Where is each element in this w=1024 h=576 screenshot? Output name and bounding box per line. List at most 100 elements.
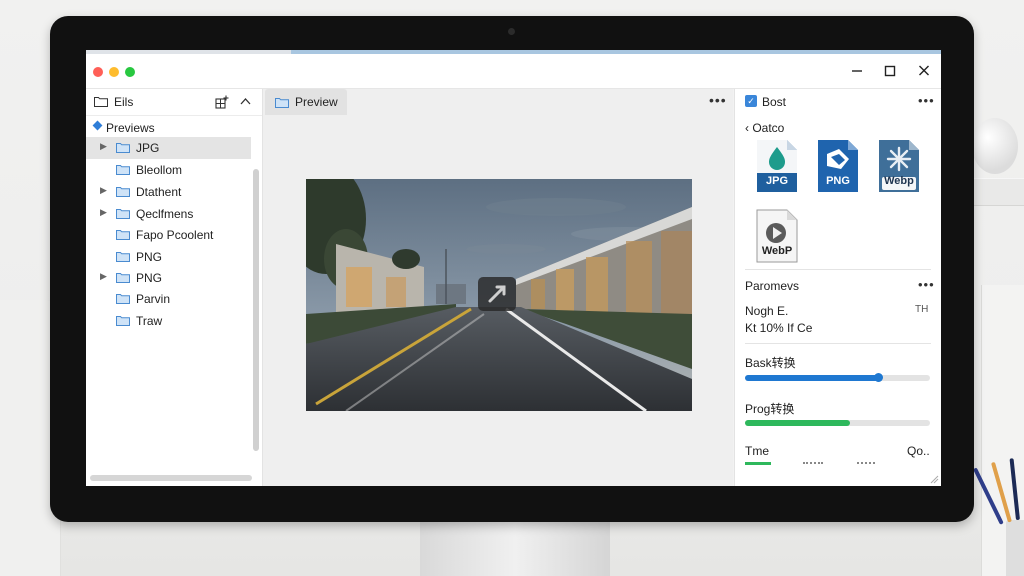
minimize-dot[interactable] [109, 67, 119, 77]
tab-label: Preview [295, 95, 338, 109]
format-label: JPG [765, 175, 788, 187]
progress-bar[interactable] [745, 373, 930, 382]
expand-icon [92, 120, 103, 131]
more-options-icon[interactable]: ••• [709, 92, 727, 108]
monitor-stand [420, 520, 610, 576]
grid-add-icon[interactable] [215, 95, 229, 109]
minimize-button[interactable] [846, 61, 868, 81]
resize-grip-icon[interactable] [929, 474, 939, 484]
more-options-icon[interactable]: ••• [918, 277, 935, 292]
horizontal-scrollbar[interactable] [90, 475, 252, 481]
footer-value: Qo.. [907, 444, 930, 458]
minimize-icon [852, 70, 862, 72]
close-button[interactable] [913, 61, 935, 81]
params-title: Paromevs [745, 279, 800, 293]
pencil-cup [1006, 520, 1024, 576]
tree-item-label: JPG [136, 141, 160, 155]
format-jpg[interactable]: JPG [756, 139, 798, 193]
format-webp-video[interactable]: WebP [756, 209, 798, 263]
close-icon [919, 65, 929, 76]
tree-item[interactable]: ▶ Qeclfmens [86, 203, 251, 225]
folder-icon [116, 165, 130, 175]
folder-icon [116, 273, 130, 283]
folder-icon [116, 294, 130, 304]
footer-label: Tme [745, 444, 769, 458]
mini-bar [803, 462, 823, 466]
tree-item[interactable]: Parvin [86, 288, 251, 310]
chevron-left-icon: ‹ [745, 121, 749, 135]
mini-bar [857, 462, 875, 466]
vertical-scrollbar[interactable] [253, 169, 259, 451]
expand-arrow-icon [488, 285, 506, 303]
progress-handle[interactable] [874, 373, 883, 382]
maximize-button[interactable] [879, 61, 901, 81]
tree-item-label: PNG [136, 250, 163, 264]
tree-item-label: Bleollom [136, 163, 183, 177]
tree-item[interactable]: ▶ PNG [86, 267, 251, 289]
tree-item[interactable]: Bleollom [86, 159, 251, 181]
tree-item-label: PNG [136, 271, 163, 285]
decor-ball [972, 118, 1018, 174]
format-png[interactable]: PNG [817, 139, 859, 193]
tree-item-label: Fapo Pcoolent [136, 228, 214, 242]
format-label: Webp [884, 175, 914, 187]
zoom-dot[interactable] [125, 67, 135, 77]
mini-bar [745, 462, 771, 465]
checkbox[interactable]: ✓ [745, 95, 757, 107]
tree-item[interactable]: Traw [86, 310, 251, 332]
close-dot[interactable] [93, 67, 103, 77]
format-webp[interactable]: Webp [878, 139, 920, 193]
progress-fill [745, 420, 851, 426]
folder-icon [116, 187, 130, 197]
folder-icon [94, 97, 108, 107]
tab-preview[interactable]: Preview [265, 89, 347, 115]
more-options-icon[interactable]: ••• [918, 93, 935, 108]
divider [745, 343, 931, 344]
panel-title: Bost [762, 95, 787, 109]
tree-item-label: Qeclfmens [136, 207, 194, 221]
title-bar [86, 54, 941, 89]
files-panel: Eils Previews ▶ JPG Bleollom ▶ Dtathent … [86, 89, 263, 486]
convert-panel: ✓ Bost ••• ‹ Oatco JPG PNG Webp WebP Par… [734, 89, 941, 486]
files-panel-title: Eils [114, 95, 134, 109]
format-label: PNG [826, 175, 850, 187]
progress-label: Bask转换 [745, 356, 796, 370]
files-panel-header: Eils [86, 89, 262, 116]
chevron-right-icon: ▶ [100, 141, 107, 151]
expand-button[interactable] [478, 277, 516, 311]
tree-item-jpg[interactable]: ▶ JPG [86, 137, 251, 159]
format-label: WebP [761, 245, 793, 257]
chevron-right-icon: ▶ [100, 271, 107, 281]
preview-area: Preview ••• [263, 89, 733, 486]
param-line: Kt 10% If Ce [745, 321, 813, 335]
tree-root-label: Previews [106, 121, 155, 135]
back-button[interactable]: ‹ Oatco [745, 121, 784, 135]
chevron-up-icon[interactable] [240, 97, 251, 105]
back-label: Oatco [752, 121, 785, 135]
chevron-right-icon: ▶ [100, 185, 107, 195]
folder-icon [116, 230, 130, 240]
chevron-right-icon: ▶ [100, 207, 107, 217]
progress-fill [745, 375, 879, 381]
tree-item-label: Parvin [136, 292, 171, 306]
app-window: Eils Previews ▶ JPG Bleollom ▶ Dtathent … [86, 50, 941, 486]
progress-bar [745, 420, 930, 426]
param-line: Nogh E. [745, 304, 789, 318]
param-value: TH [915, 304, 929, 315]
wall-shelf [974, 178, 1024, 206]
tree-item[interactable]: ▶ Dtathent [86, 181, 251, 203]
folder-icon [275, 98, 289, 108]
preview-image [306, 179, 692, 411]
progress-label: Prog转换 [745, 402, 795, 416]
divider [745, 269, 931, 270]
tree-root[interactable]: Previews [86, 117, 251, 139]
folder-icon [116, 143, 130, 153]
tree-item-label: Dtathent [136, 185, 182, 199]
folder-icon [116, 316, 130, 326]
maximize-icon [884, 65, 896, 77]
folder-icon [116, 209, 130, 219]
tree-item-label: Traw [136, 314, 163, 328]
tree-item[interactable]: PNG [86, 246, 251, 268]
folder-icon [116, 252, 130, 262]
tree-item[interactable]: Fapo Pcoolent [86, 224, 251, 246]
